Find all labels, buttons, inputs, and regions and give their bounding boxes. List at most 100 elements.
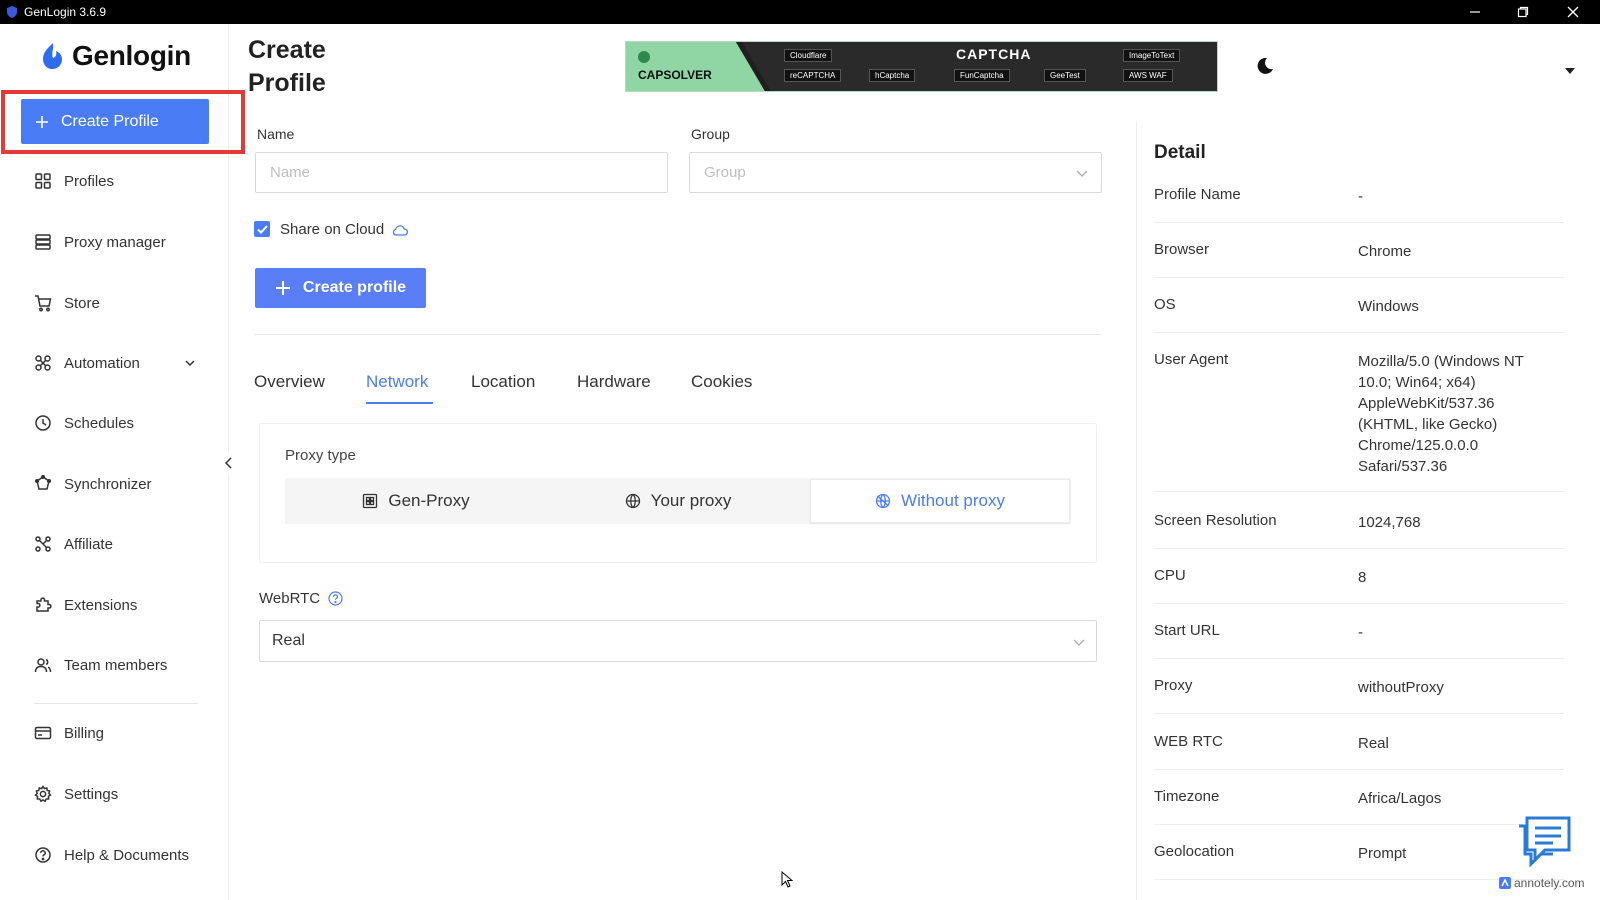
window-title: GenLogin 3.6.9 (24, 5, 107, 19)
share-on-cloud-checkbox[interactable] (254, 221, 270, 237)
detail-value: Chrome (1358, 243, 1412, 260)
chevron-down-icon (1076, 170, 1088, 177)
banner-headline: CAPTCHA (956, 46, 1032, 62)
name-input[interactable]: Name (255, 152, 668, 193)
detail-value: withoutProxy (1358, 679, 1444, 696)
group-select[interactable]: Group (689, 152, 1102, 193)
detail-value: Real (1358, 735, 1389, 752)
sidebar (0, 24, 229, 900)
restore-icon (1517, 6, 1529, 18)
clock-icon (35, 415, 51, 431)
close-button[interactable] (1550, 0, 1596, 24)
sidebar-item-team-members[interactable]: Team members (34, 654, 167, 676)
tab-cookies[interactable]: Cookies (691, 372, 752, 392)
form-divider (254, 334, 1101, 335)
tab-hardware[interactable]: Hardware (577, 372, 651, 392)
gear-icon (34, 785, 52, 803)
annotely-watermark: annotely.com (1499, 876, 1584, 890)
proxy-option-gen-proxy[interactable]: Gen-Proxy (285, 478, 547, 524)
banner-tag: hCaptcha (869, 69, 916, 82)
moon-icon (1257, 57, 1273, 74)
detail-row-profile-name: Profile Name - (1154, 186, 1564, 223)
cart-icon (35, 295, 52, 312)
detail-value: Windows (1358, 298, 1419, 315)
detail-value: Africa/Lagos (1358, 790, 1442, 807)
detail-row-timezone: Timezone Africa/Lagos (1154, 788, 1564, 825)
sidebar-item-billing[interactable]: Billing (34, 722, 104, 744)
sidebar-item-help-documents[interactable]: Help & Documents (34, 844, 189, 866)
sidebar-item-automation[interactable]: Automation (34, 352, 198, 374)
proxy-option-without-proxy[interactable]: Without proxy (810, 479, 1070, 523)
brand-logo[interactable]: Genlogin (40, 40, 191, 72)
capsolver-ad-banner[interactable]: CAPSOLVER CAPTCHA Cloudflare reCAPTCHA h… (625, 41, 1218, 92)
banner-tag: GeeTest (1044, 69, 1086, 82)
banner-tag: ImageToText (1123, 49, 1181, 62)
app-shield-icon (7, 6, 17, 18)
sidebar-item-settings[interactable]: Settings (34, 783, 118, 805)
chat-icon (1519, 816, 1571, 868)
account-menu-dropdown[interactable] (1564, 62, 1576, 80)
minimize-icon (1470, 11, 1480, 13)
sidebar-item-store[interactable]: Store (34, 292, 100, 314)
detail-value: 1024,768 (1358, 514, 1421, 531)
webrtc-label-text: WebRTC (259, 590, 321, 607)
detail-key: Screen Resolution (1154, 512, 1277, 529)
support-chat-button[interactable] (1513, 812, 1575, 879)
window-titlebar: GenLogin 3.6.9 (0, 0, 1600, 24)
tab-network[interactable]: Network (366, 372, 428, 392)
sidebar-collapse-button[interactable] (218, 452, 240, 474)
detail-row-proxy: Proxy withoutProxy (1154, 677, 1564, 714)
detail-key: Browser (1154, 241, 1210, 258)
create-profile-nav-button[interactable]: Create Profile (21, 99, 209, 144)
webrtc-select[interactable]: Real (259, 620, 1097, 662)
proxy-option-your-proxy[interactable]: Your proxy (547, 478, 809, 524)
caret-down-icon (1565, 68, 1575, 74)
restore-button[interactable] (1500, 0, 1546, 24)
detail-title: Detail (1154, 142, 1206, 163)
mouse-cursor (781, 870, 794, 894)
watermark-text: annotely.com (1514, 876, 1585, 890)
sidebar-item-affiliate[interactable]: Affiliate (34, 533, 113, 555)
detail-row-browser: Browser Chrome (1154, 241, 1564, 278)
create-profile-nav-label: Create Profile (61, 112, 159, 130)
sidebar-item-label: Profiles (64, 172, 115, 190)
cloud-icon (393, 224, 409, 236)
active-tab-indicator (366, 402, 433, 404)
theme-toggle-button[interactable] (1255, 56, 1275, 81)
create-profile-button[interactable]: Create profile (255, 268, 426, 308)
sidebar-item-label: Team members (64, 656, 168, 674)
detail-key: Geolocation (1154, 843, 1235, 860)
tab-overview[interactable]: Overview (254, 372, 325, 392)
sidebar-item-proxy-manager[interactable]: Proxy manager (34, 231, 166, 253)
globe-icon (625, 493, 640, 509)
sidebar-item-synchronizer[interactable]: Synchronizer (34, 473, 152, 495)
proxy-type-label: Proxy type (285, 447, 356, 464)
chevron-left-icon (224, 457, 232, 469)
brand-name: Genlogin (72, 40, 191, 71)
plus-icon (36, 115, 48, 128)
check-icon (256, 224, 268, 234)
sidebar-item-label: Synchronizer (64, 475, 152, 493)
detail-row-geolocation: Geolocation Prompt (1154, 843, 1564, 880)
detail-key: Proxy (1154, 677, 1193, 694)
share-on-cloud-text: Share on Cloud (280, 221, 385, 238)
sidebar-item-profiles[interactable]: Profiles (34, 170, 114, 192)
sync-icon (34, 475, 52, 490)
genlogin-flame-icon (43, 43, 62, 69)
your-proxy-label: Your proxy (650, 491, 732, 510)
detail-row-os: OS Windows (1154, 296, 1564, 333)
tab-location[interactable]: Location (471, 372, 535, 392)
share-on-cloud-label[interactable]: Share on Cloud (280, 221, 409, 238)
sidebar-item-extensions[interactable]: Extensions (34, 594, 137, 616)
sidebar-item-label: Help & Documents (64, 846, 190, 864)
sidebar-divider (34, 703, 198, 704)
detail-key: User Agent (1154, 351, 1229, 368)
question-circle-icon[interactable] (328, 591, 343, 606)
affiliate-icon (35, 536, 51, 552)
sidebar-item-schedules[interactable]: Schedules (34, 412, 134, 434)
minimize-button[interactable] (1452, 0, 1498, 24)
webrtc-value: Real (272, 632, 305, 649)
sidebar-item-label: Store (64, 294, 100, 312)
banner-tag: reCAPTCHA (784, 69, 842, 82)
banner-brand: CAPSOLVER (638, 68, 712, 82)
